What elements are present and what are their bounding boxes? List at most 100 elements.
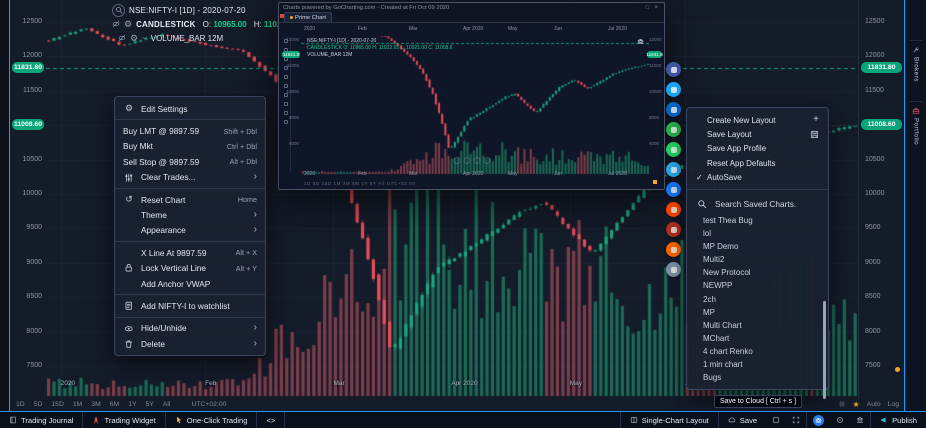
tab-brokers[interactable]: Brokers [906,46,926,82]
saved-chart-4-chart-renko[interactable]: 4 chart Renko [687,345,828,358]
menu-item-create-new-layout[interactable]: Create New Layout+ [687,113,828,127]
saved-chart-mchart[interactable]: MChart [687,332,828,345]
fullscreen-button[interactable] [786,412,806,428]
scroll-to-realtime-dot[interactable] [895,367,900,372]
scrollbar-thumb[interactable] [823,301,826,399]
menu-item-x-line-at-9897-59[interactable]: X Line At 9897.59Alt + X [115,245,265,260]
popup-chart-area: 2020FebMarApr 2020MayJunJul 2020 1200011… [280,24,663,188]
trading-widget-button[interactable]: Trading Widget [83,412,165,428]
timeframe-1y[interactable]: 1Y [128,401,136,408]
eye-icon [123,324,135,334]
share-icon-10[interactable] [666,242,681,257]
menu-item-delete[interactable]: Delete› [115,336,265,351]
trading-journal-button[interactable]: Trading Journal [0,412,83,428]
timeframe-5d[interactable]: 5D [34,401,43,408]
share-icon-4[interactable] [666,122,681,137]
saved-chart-lol[interactable]: lol [687,227,828,240]
snapshot-camera-icon[interactable] [637,38,644,45]
log-scale-toggle[interactable]: Log [888,401,899,408]
select-checkbox-button[interactable] [766,412,786,428]
share-icon-7[interactable] [666,182,681,197]
timeframe-3m[interactable]: 3M [91,401,100,408]
share-icon-9[interactable] [666,222,681,237]
grid-settings-icon[interactable] [838,400,846,408]
tool-icon[interactable] [284,102,288,106]
tab-portfolio[interactable]: Portfolio [906,107,926,145]
saved-chart-new-protocol[interactable]: New Protocol [687,266,828,279]
eye-off-icon[interactable] [112,20,120,28]
menu-item-reset-chart[interactable]: ↺Reset ChartHome [115,192,265,207]
timeframe-all[interactable]: All [163,401,171,408]
popup-window-controls[interactable]: □ × [645,5,660,11]
popup-price-axis-right: 1200011000100009000800011831.8 [647,36,662,172]
popup-realtime-dot[interactable] [653,180,657,184]
tool-icon[interactable] [284,75,288,79]
share-icon-5[interactable] [666,142,681,157]
share-icon-6[interactable] [666,162,681,177]
timeframe-6m[interactable]: 6M [110,401,119,408]
saved-chart-2ch[interactable]: 2ch [687,293,828,306]
price-tick: 10000 [23,190,42,198]
gear-icon[interactable]: ⚙ [130,33,138,44]
tool-icon[interactable] [284,84,288,88]
menu-item-add-anchor-vwap[interactable]: Add Anchor VWAP [115,276,265,291]
menu-item-save-layout[interactable]: Save Layout [687,127,828,141]
eye-off-icon[interactable] [118,34,126,42]
symbol-search-icon[interactable] [112,4,125,17]
share-icon-2[interactable] [666,82,681,97]
publish-button[interactable]: Publish [870,412,926,428]
saved-chart-newpp[interactable]: NEWPP [687,279,828,292]
target-button[interactable] [830,412,850,428]
screenshot-button[interactable] [806,412,830,428]
share-icon-8[interactable] [666,202,681,217]
menu-item-autosave[interactable]: ✓AutoSave [687,171,828,185]
favorite-star-icon[interactable]: ★ [853,400,860,409]
share-icon-3[interactable] [666,102,681,117]
tool-icon[interactable] [284,120,288,124]
saved-chart-multi2[interactable]: Multi2 [687,253,828,266]
trading-app: 1250012000115001100010500100009500900085… [0,0,926,428]
lock-icon [123,263,135,273]
timeframe-5y[interactable]: 5Y [146,401,154,408]
auto-scale-toggle[interactable]: Auto [867,401,881,408]
price-axis-left[interactable]: 1250012000115001100010500100009500900085… [11,0,46,398]
menu-item-buy-mkt[interactable]: Buy MktCtrl + Dbl [115,139,265,154]
gear-icon[interactable]: ⚙ [124,19,132,30]
code-widget-button[interactable]: <> [257,412,285,428]
menu-item-buy-lmt-9897-59[interactable]: Buy LMT @ 9897.59Shift + Dbl [115,123,265,138]
timeframe-1d[interactable]: 1D [16,401,25,408]
gear-icon: ⚙ [123,103,135,114]
menu-item-sell-stop-9897-59[interactable]: Sell Stop @ 9897.59Alt + Dbl [115,154,265,169]
one-click-trading-button[interactable]: One-Click Trading [166,412,258,428]
menu-item-appearance[interactable]: Appearance› [115,223,265,238]
price-axis-right[interactable]: 1250012000115001100010500100009500900085… [858,0,904,398]
saved-chart-mp[interactable]: MP [687,306,828,319]
saved-chart-test-thea-bug[interactable]: test Thea Bug [687,214,828,227]
share-icon-1[interactable] [666,62,681,77]
search-saved-charts-input[interactable]: Search Saved Charts. [687,194,828,214]
exchange-button[interactable] [850,412,870,428]
saved-chart-bugs[interactable]: Bugs [687,371,828,384]
saved-chart-1-min-chart[interactable]: 1 min chart [687,358,828,371]
save-button[interactable]: Save [718,412,766,428]
menu-item-save-app-profile[interactable]: Save App Profile [687,142,828,156]
menu-item-add-nifty-i-to-watchlist[interactable]: Add NIFTY-I to watchlist [115,298,265,313]
timezone-label[interactable]: UTC+02:00 [191,401,226,408]
menu-item-lock-vertical-line[interactable]: Lock Vertical LineAlt + Y [115,261,265,276]
single-chart-layout-button[interactable]: Single-Chart Layout [620,412,718,428]
tool-icon[interactable] [284,93,288,97]
saved-chart-mp-demo[interactable]: MP Demo [687,240,828,253]
shortcut-hint: Home [238,195,257,204]
menu-item-edit-settings[interactable]: ⚙Edit Settings [115,101,265,116]
shortcut-hint: Ctrl + Dbl [227,142,257,151]
menu-item-hide-unhide[interactable]: Hide/Unhide› [115,321,265,336]
menu-item-theme[interactable]: Theme› [115,207,265,222]
tab-prime-chart[interactable]: Prime Chart [284,12,332,22]
menu-item-clear-trades[interactable]: Clear Trades...› [115,170,265,185]
share-icon-11[interactable] [666,262,681,277]
tool-icon[interactable] [284,111,288,115]
menu-item-reset-app-defaults[interactable]: Reset App Defaults [687,156,828,170]
saved-chart-multi-chart[interactable]: Multi Chart [687,319,828,332]
timeframe-15d[interactable]: 15D [51,401,63,408]
timeframe-1m[interactable]: 1M [73,401,82,408]
